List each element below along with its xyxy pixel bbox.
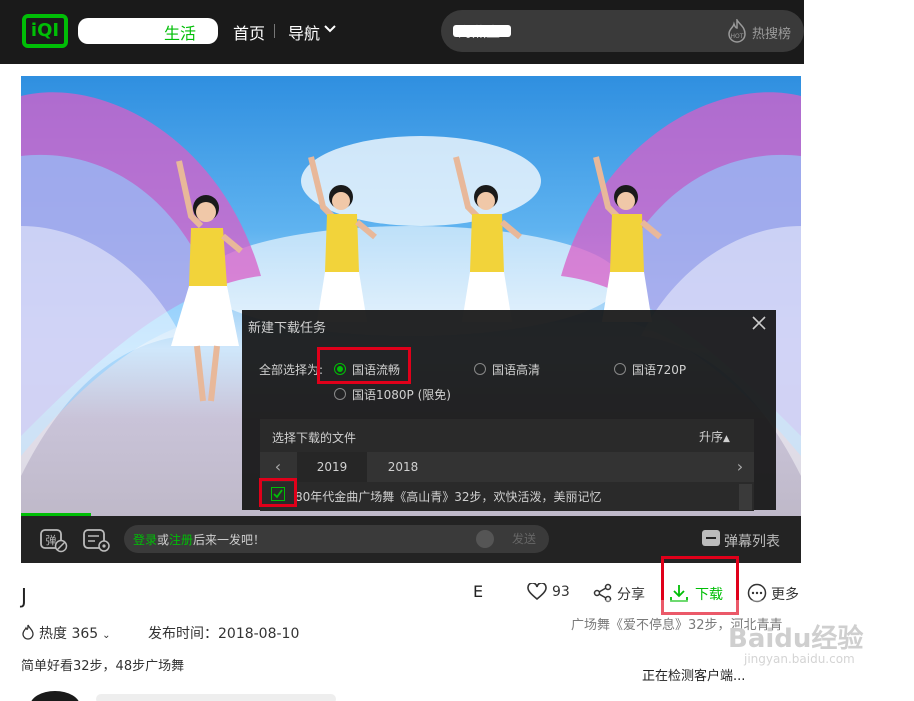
channel-label[interactable]: 生活 <box>164 20 196 44</box>
dialog-title: 新建下载任务 <box>248 321 327 336</box>
chevron-down-icon: ⌄ <box>102 630 111 641</box>
tab-year-2019[interactable]: 2019 <box>297 452 367 482</box>
svg-text:HOT: HOT <box>731 33 744 40</box>
danmu-toggle-icon[interactable]: 弹 <box>40 527 68 553</box>
nav-home-link[interactable]: 首页 <box>233 20 265 44</box>
hot-search-link[interactable]: 热搜榜 <box>752 23 791 42</box>
danmu-list-button[interactable]: 弹幕列表 <box>724 531 780 551</box>
danmu-login-prompt: 登录或注册后来一发吧！ <box>133 531 265 548</box>
redacted-text <box>78 18 218 44</box>
heat-label: 热度 365 <box>39 626 99 642</box>
avatar[interactable] <box>30 691 80 701</box>
login-link[interactable]: 登录 <box>133 533 157 547</box>
chevron-right-icon[interactable]: › <box>724 452 756 482</box>
register-link[interactable]: 注册 <box>169 533 193 547</box>
danmu-settings-icon[interactable] <box>83 527 111 553</box>
radio-option-4[interactable] <box>334 388 346 400</box>
tab-year-2018[interactable]: 2018 <box>368 452 438 482</box>
option-label-2[interactable]: 国语高清 <box>492 361 540 378</box>
chevron-down-icon[interactable] <box>324 24 336 34</box>
sort-toggle[interactable]: 升序▲ <box>699 428 730 445</box>
or-text: 或 <box>157 533 170 547</box>
radio-option-3[interactable] <box>614 363 626 375</box>
flame-icon <box>22 624 34 640</box>
dancer-figure <box>171 160 243 402</box>
publish-time: 发布时间：2018-08-10 <box>148 626 300 642</box>
title-separator: E <box>473 582 484 601</box>
option-label-4[interactable]: 国语1080P (限免) <box>352 386 451 403</box>
video-description: 简单好看32步，48步广场舞 <box>21 659 185 674</box>
nav-guide-menu[interactable]: 导航 <box>288 20 320 44</box>
baidu-watermark: Baidu经验 <box>728 624 864 654</box>
watermark-url: jingyan.baidu.com <box>744 652 855 666</box>
sort-label: 升序 <box>699 430 724 444</box>
option-label-3[interactable]: 国语720P <box>632 361 686 378</box>
danmu-list-icon[interactable] <box>702 530 720 546</box>
file-panel-title: 选择下载的文件 <box>272 431 357 445</box>
highlight-box-checkbox <box>259 478 297 507</box>
emoji-icon[interactable] <box>476 530 494 548</box>
heart-icon[interactable] <box>527 583 547 601</box>
like-count[interactable]: 93 <box>552 584 570 600</box>
file-item-title[interactable]: 80年代金曲广场舞《高山青》32步，欢快活泼，美丽记忆 <box>295 488 602 505</box>
highlight-box-quality <box>317 347 411 384</box>
iqiyi-logo[interactable]: iQI <box>22 14 68 48</box>
select-all-label: 全部选择为: <box>259 363 324 377</box>
video-title: J <box>21 584 27 608</box>
radio-option-2[interactable] <box>474 363 486 375</box>
client-detect-status: 正在检测客户端... <box>642 669 746 684</box>
sort-up-icon: ▲ <box>723 434 730 444</box>
send-button[interactable]: 发送 <box>500 527 548 551</box>
comment-input[interactable] <box>96 694 336 701</box>
file-list-scrollbar[interactable] <box>739 484 752 510</box>
heat-indicator[interactable]: 热度 365 ⌄ <box>39 623 111 643</box>
redacted-search-text <box>453 25 511 37</box>
close-icon[interactable] <box>752 316 766 330</box>
prompt-suffix: 后来一发吧！ <box>193 533 266 547</box>
nav-divider <box>274 24 275 38</box>
hot-flame-icon[interactable]: HOT <box>726 19 748 43</box>
